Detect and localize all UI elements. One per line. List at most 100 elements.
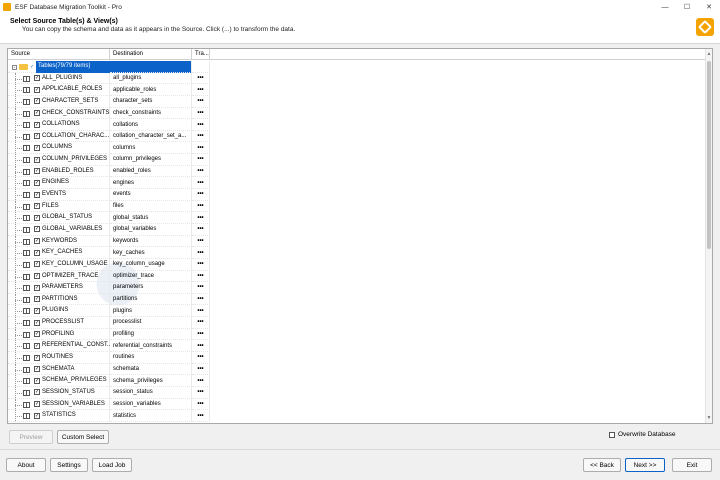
scroll-down-icon[interactable]: ▼: [706, 415, 712, 421]
destination-table-name[interactable]: session_variables: [110, 398, 192, 411]
destination-table-name[interactable]: parameters: [110, 282, 192, 294]
root-checkbox[interactable]: ✓: [29, 63, 35, 70]
transform-button[interactable]: •••: [192, 189, 210, 201]
row-checkbox[interactable]: ✓: [34, 179, 40, 186]
table-row[interactable]: ✓ KEY_COLUMN_USAGE key_column_usage •••: [8, 258, 712, 271]
destination-table-name[interactable]: global_status: [110, 212, 192, 224]
row-checkbox[interactable]: ✓: [34, 412, 40, 419]
transform-button[interactable]: •••: [192, 328, 210, 341]
transform-button[interactable]: •••: [192, 258, 210, 271]
scroll-thumb[interactable]: [707, 61, 711, 249]
destination-table-name[interactable]: schemata: [110, 363, 192, 376]
close-button[interactable]: ✕: [698, 0, 720, 14]
row-checkbox[interactable]: ✓: [34, 98, 40, 105]
row-checkbox[interactable]: ✓: [34, 342, 40, 349]
table-row[interactable]: ✓ ROUTINES routines •••: [8, 352, 712, 364]
row-checkbox[interactable]: ✓: [34, 389, 40, 396]
exit-button[interactable]: Exit: [672, 458, 712, 472]
row-checkbox[interactable]: ✓: [34, 401, 40, 408]
destination-table-name[interactable]: applicable_roles: [110, 84, 192, 96]
destination-table-name[interactable]: files: [110, 200, 192, 213]
vertical-scrollbar[interactable]: ▲ ▼: [705, 49, 712, 423]
table-row[interactable]: ✓ CHECK_CONSTRAINTS check_constraints •••: [8, 107, 712, 120]
destination-table-name[interactable]: statistics: [110, 410, 192, 422]
column-header-source[interactable]: Source: [8, 49, 110, 60]
row-checkbox[interactable]: ✓: [34, 121, 40, 128]
transform-button[interactable]: •••: [192, 410, 210, 422]
table-row[interactable]: ✓ KEYWORDS keywords •••: [8, 235, 712, 248]
overwrite-database-option[interactable]: Overwrite Database: [609, 431, 675, 438]
table-row[interactable]: ✓ GLOBAL_STATUS global_status •••: [8, 212, 712, 224]
next-button[interactable]: Next >>: [625, 458, 665, 472]
transform-button[interactable]: •••: [192, 340, 210, 353]
transform-button[interactable]: •••: [192, 154, 210, 166]
destination-table-name[interactable]: keywords: [110, 235, 192, 248]
tables-root-row[interactable]: - ✓ Tables(79/79 items): [8, 61, 712, 73]
table-row[interactable]: ✓ REFERENTIAL_CONST... referential_constra…: [8, 340, 712, 353]
transform-button[interactable]: •••: [192, 165, 210, 178]
scroll-up-icon[interactable]: ▲: [706, 51, 712, 57]
transform-button[interactable]: •••: [192, 235, 210, 248]
row-checkbox[interactable]: ✓: [34, 191, 40, 198]
transform-button[interactable]: •••: [192, 200, 210, 213]
destination-table-name[interactable]: schema_privileges: [110, 375, 192, 387]
destination-table-name[interactable]: optimizer_trace: [110, 270, 192, 283]
transform-button[interactable]: •••: [192, 352, 210, 364]
destination-table-name[interactable]: plugins: [110, 305, 192, 318]
table-row[interactable]: ✓ ALL_PLUGINS all_plugins •••: [8, 72, 712, 85]
row-checkbox[interactable]: ✓: [34, 133, 40, 140]
destination-table-name[interactable]: check_constraints: [110, 107, 192, 120]
table-row[interactable]: ✓ COLUMNS columns •••: [8, 142, 712, 155]
row-checkbox[interactable]: ✓: [34, 110, 40, 117]
row-checkbox[interactable]: ✓: [34, 156, 40, 163]
destination-table-name[interactable]: routines: [110, 352, 192, 364]
transform-button[interactable]: •••: [192, 107, 210, 120]
row-checkbox[interactable]: ✓: [34, 226, 40, 233]
row-checkbox[interactable]: ✓: [34, 366, 40, 373]
table-row[interactable]: ✓ APPLICABLE_ROLES applicable_roles •••: [8, 84, 712, 96]
transform-button[interactable]: •••: [192, 270, 210, 283]
transform-button[interactable]: •••: [192, 375, 210, 387]
destination-table-name[interactable]: global_variables: [110, 223, 192, 236]
row-checkbox[interactable]: ✓: [34, 238, 40, 245]
transform-button[interactable]: •••: [192, 84, 210, 96]
table-row[interactable]: ✓ PARTITIONS partitions •••: [8, 293, 712, 306]
about-button[interactable]: About: [6, 458, 46, 472]
destination-table-name[interactable]: processlist: [110, 317, 192, 329]
table-row[interactable]: ✓ COLUMN_PRIVILEGES column_privileges •••: [8, 154, 712, 166]
row-checkbox[interactable]: ✓: [34, 86, 40, 93]
destination-table-name[interactable]: collation_character_set_a...: [110, 130, 192, 143]
destination-table-name[interactable]: engines: [110, 177, 192, 190]
table-row[interactable]: ✓ PROCESSLIST processlist •••: [8, 317, 712, 329]
column-header-transform[interactable]: Tra...: [192, 49, 210, 60]
table-row[interactable]: ✓ PLUGINS plugins •••: [8, 305, 712, 318]
minimize-button[interactable]: —: [654, 0, 676, 14]
transform-button[interactable]: •••: [192, 223, 210, 236]
transform-button[interactable]: •••: [192, 247, 210, 259]
destination-table-name[interactable]: referential_constraints: [110, 340, 192, 353]
transform-button[interactable]: •••: [192, 293, 210, 306]
table-row[interactable]: ✓ OPTIMIZER_TRACE optimizer_trace •••: [8, 270, 712, 283]
transform-button[interactable]: •••: [192, 95, 210, 108]
destination-table-name[interactable]: all_plugins: [110, 72, 192, 85]
table-row[interactable]: ✓ COLLATIONS collations •••: [8, 119, 712, 131]
table-row[interactable]: ✓ ENGINES engines •••: [8, 177, 712, 190]
row-checkbox[interactable]: ✓: [34, 261, 40, 268]
row-checkbox[interactable]: ✓: [34, 273, 40, 280]
destination-table-name[interactable]: enabled_roles: [110, 165, 192, 178]
destination-table-name[interactable]: character_sets: [110, 95, 192, 108]
row-checkbox[interactable]: ✓: [34, 331, 40, 338]
row-checkbox[interactable]: ✓: [34, 144, 40, 151]
back-button[interactable]: << Back: [583, 458, 621, 472]
transform-button[interactable]: •••: [192, 72, 210, 85]
transform-button[interactable]: •••: [192, 386, 210, 399]
transform-button[interactable]: •••: [192, 305, 210, 318]
transform-button[interactable]: •••: [192, 363, 210, 376]
table-row[interactable]: ✓ STATISTICS statistics •••: [8, 410, 712, 422]
table-row[interactable]: ✓ COLLATION_CHARAC... collation_character_…: [8, 130, 712, 143]
row-checkbox[interactable]: ✓: [34, 249, 40, 256]
settings-button[interactable]: Settings: [50, 458, 88, 472]
overwrite-database-checkbox[interactable]: [609, 431, 615, 438]
row-checkbox[interactable]: ✓: [34, 319, 40, 326]
custom-select-button[interactable]: Custom Select: [57, 430, 109, 444]
